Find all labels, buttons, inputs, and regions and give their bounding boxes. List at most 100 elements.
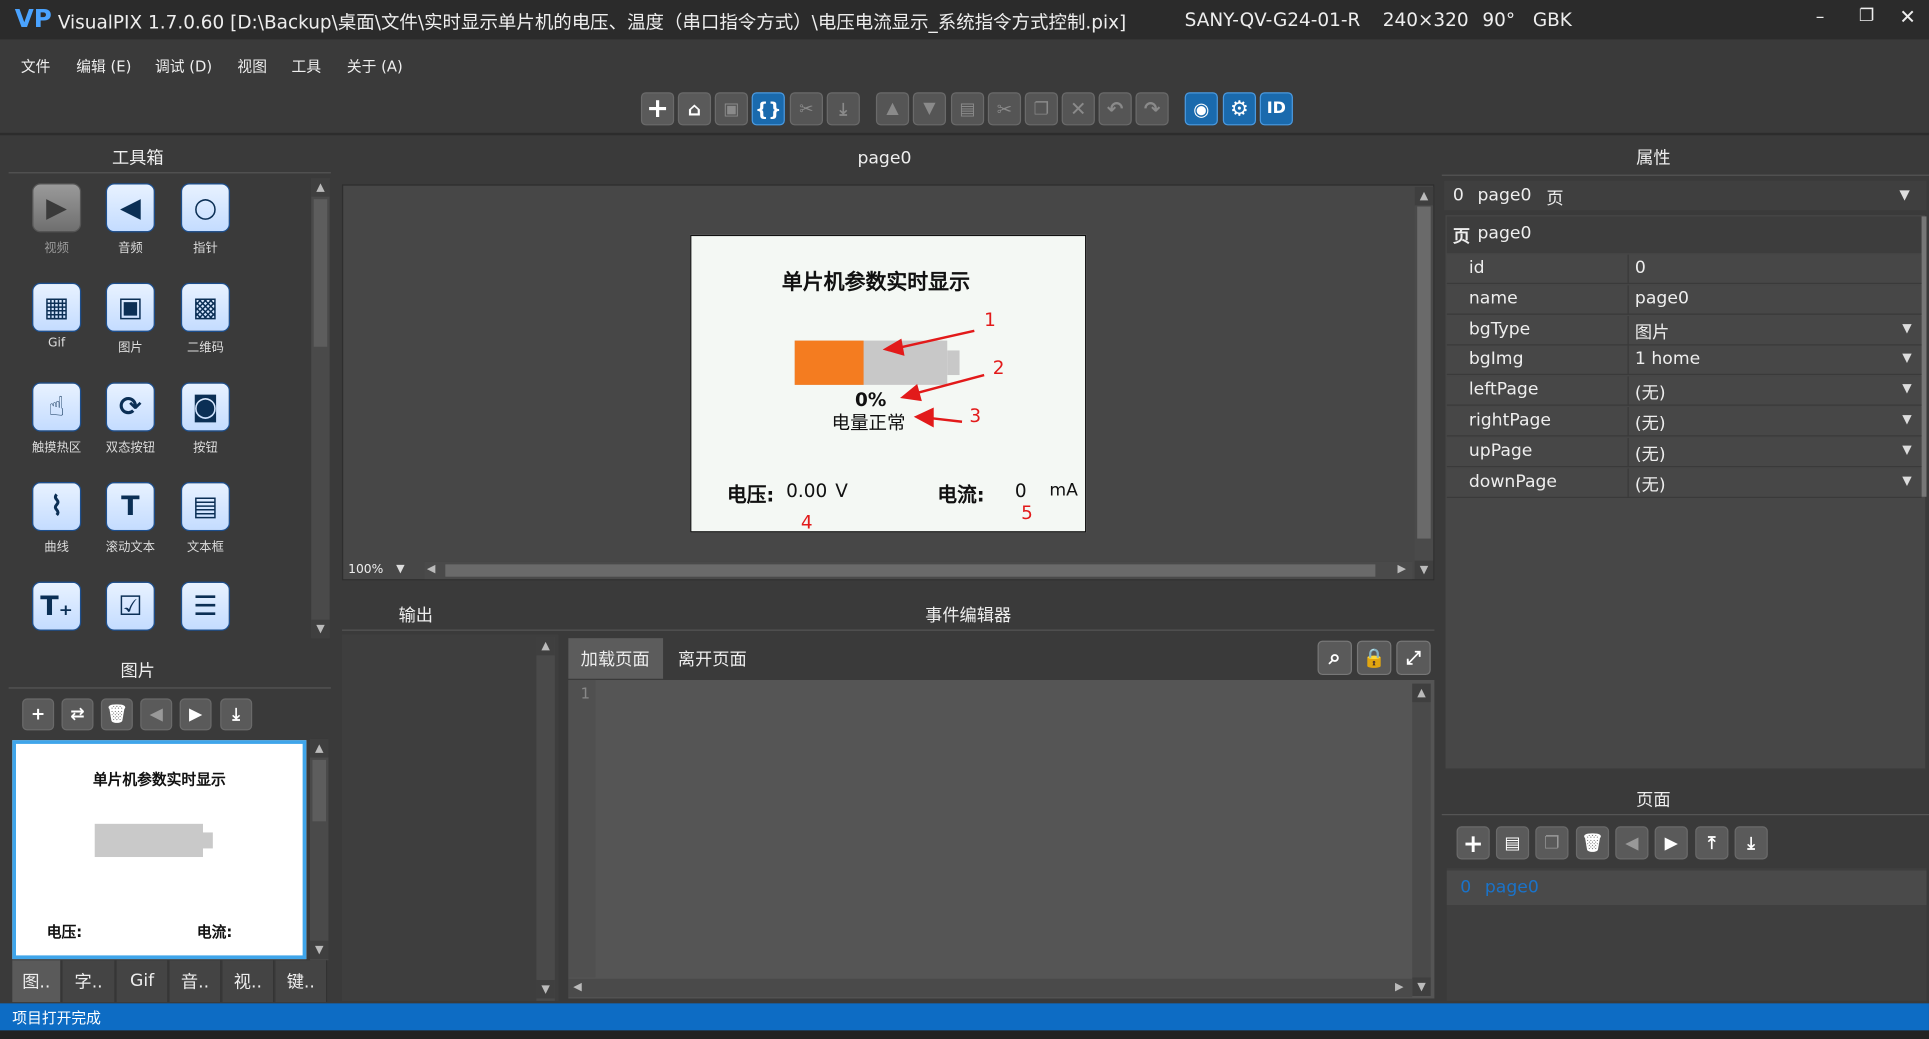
paste-page-icon[interactable]: ❐: [1535, 826, 1569, 860]
output-scroll-up-icon[interactable]: ▲: [536, 636, 555, 656]
add-image-icon[interactable]: +: [22, 698, 55, 731]
tool-textbox[interactable]: ▤ 文本框: [169, 482, 243, 555]
tool-video[interactable]: ▶ 视频: [20, 183, 94, 256]
canvas-scroll-left-icon[interactable]: ◀: [427, 563, 436, 575]
tool-qrcode[interactable]: ▩ 二维码: [169, 282, 243, 355]
code-editor[interactable]: [568, 679, 1435, 999]
add-icon[interactable]: +: [640, 92, 675, 126]
move-up-icon[interactable]: ▲: [875, 92, 910, 126]
property-row-uppage[interactable]: upPage (无) ▼: [1446, 437, 1922, 467]
property-row-rightpage[interactable]: rightPage (无) ▼: [1446, 406, 1922, 438]
export-page-icon[interactable]: ⤓: [1734, 826, 1768, 860]
undo-icon[interactable]: ↶: [1098, 92, 1132, 126]
tab-gif[interactable]: Gif: [116, 960, 169, 1003]
canvas-hscroll-thumb[interactable]: [445, 564, 1376, 577]
event-tab-load[interactable]: 加载页面: [568, 638, 664, 679]
next-image-icon[interactable]: ▶: [179, 698, 212, 731]
minimize-icon[interactable]: –: [1816, 7, 1825, 27]
copy-icon[interactable]: ▤: [950, 92, 985, 126]
dropdown-arrow-icon[interactable]: ▼: [1902, 444, 1911, 458]
page-list-item[interactable]: 0 page0: [1446, 870, 1927, 905]
tool-list[interactable]: ☰: [169, 581, 243, 636]
restore-icon[interactable]: ❐: [1859, 6, 1874, 26]
tool-touch[interactable]: ☝ 触摸热区: [20, 382, 94, 455]
tool-audio[interactable]: ◀ 音频: [93, 183, 167, 256]
object-selector[interactable]: 0 page0 页 ▼: [1444, 180, 1927, 211]
search-icon[interactable]: ⌕: [1317, 640, 1352, 676]
image-thumbnail[interactable]: 单片机参数实时显示 电压: 电流:: [12, 740, 307, 960]
move-page-up-icon[interactable]: ◀: [1615, 826, 1649, 860]
prev-image-icon[interactable]: ◀: [140, 698, 173, 731]
scroll-up-icon[interactable]: ▲: [311, 178, 330, 197]
property-row-name[interactable]: name page0: [1446, 285, 1922, 316]
editor-scroll-up-icon[interactable]: ▲: [1412, 683, 1431, 703]
tab-audio[interactable]: 音..: [169, 960, 222, 1003]
move-down-icon[interactable]: ▼: [912, 92, 947, 126]
property-value[interactable]: page0: [1635, 289, 1915, 316]
export-image-icon[interactable]: ⤓: [220, 698, 253, 731]
paste-icon[interactable]: ❐: [1024, 92, 1058, 126]
redo-icon[interactable]: ↷: [1135, 92, 1169, 126]
menu-view[interactable]: 视图: [237, 55, 267, 76]
canvas-scroll-down-icon[interactable]: ▼: [1414, 560, 1434, 580]
editor-vscroll[interactable]: [1412, 683, 1431, 979]
canvas-tab[interactable]: page0: [857, 149, 911, 169]
dropdown-arrow-icon[interactable]: ▼: [1902, 352, 1911, 366]
menu-about[interactable]: 关于 (A): [347, 55, 403, 76]
property-value[interactable]: (无): [1635, 472, 1915, 499]
copy-page-icon[interactable]: ▤: [1495, 826, 1530, 860]
trash-icon[interactable]: 🗑: [100, 698, 133, 731]
menu-file[interactable]: 文件: [21, 55, 51, 76]
images-scrollbar-thumb[interactable]: [312, 759, 327, 822]
canvas-scroll-up-icon[interactable]: ▲: [1414, 186, 1434, 206]
zoom-level[interactable]: 100%: [348, 563, 383, 577]
dropdown-arrow-icon[interactable]: ▼: [1902, 383, 1911, 397]
tool-picture[interactable]: ▣ 图片: [93, 282, 167, 355]
selector-dropdown-icon[interactable]: ▼: [1899, 187, 1909, 203]
tool-gif[interactable]: ▦ Gif: [20, 282, 94, 350]
editor-hscroll[interactable]: [568, 978, 1413, 998]
dropdown-arrow-icon[interactable]: ▼: [1902, 474, 1911, 488]
menu-tools[interactable]: 工具: [292, 55, 322, 76]
cut-icon[interactable]: ✂: [987, 92, 1022, 126]
property-row-bgtype[interactable]: bgType 图片 ▼: [1446, 315, 1922, 346]
dropdown-arrow-icon[interactable]: ▼: [1902, 413, 1911, 427]
property-value[interactable]: (无): [1635, 380, 1915, 407]
property-value[interactable]: 1 home: [1635, 350, 1915, 377]
editor-scroll-right-icon[interactable]: ▶: [1395, 981, 1404, 993]
tab-images[interactable]: 图..: [12, 960, 62, 1003]
images-scroll-down-icon[interactable]: ▼: [310, 940, 329, 960]
event-tab-leave[interactable]: 离开页面: [666, 638, 761, 679]
scroll-down-icon[interactable]: ▼: [311, 619, 330, 639]
replace-image-icon[interactable]: ⇄: [61, 698, 94, 731]
delete-page-icon[interactable]: 🗑: [1575, 826, 1610, 860]
move-page-down-icon[interactable]: ▶: [1654, 826, 1688, 860]
close-icon[interactable]: ✕: [1899, 5, 1915, 28]
id-icon[interactable]: ID: [1259, 92, 1293, 126]
dropdown-arrow-icon[interactable]: ▼: [1902, 322, 1911, 336]
import-page-icon[interactable]: ⤒: [1695, 826, 1729, 860]
images-scroll-up-icon[interactable]: ▲: [310, 738, 329, 758]
delete-icon[interactable]: ✕: [1061, 92, 1095, 126]
tool-scroll-text[interactable]: T 滚动文本: [93, 482, 167, 555]
tab-video[interactable]: 视..: [222, 960, 275, 1003]
preview-eye-icon[interactable]: ◉: [1184, 92, 1218, 126]
scrollbar-thumb[interactable]: [313, 199, 328, 347]
property-row-id[interactable]: id 0: [1446, 254, 1922, 285]
settings-gear-icon[interactable]: ⚙: [1222, 92, 1257, 126]
editor-scroll-down-icon[interactable]: ▼: [1412, 977, 1431, 996]
tab-keyboard[interactable]: 键..: [275, 960, 328, 1003]
tab-fonts[interactable]: 字..: [62, 960, 116, 1003]
property-row-bgimg[interactable]: bgImg 1 home ▼: [1446, 345, 1922, 377]
open-folder-icon[interactable]: ⌂: [677, 92, 712, 126]
add-page-icon[interactable]: +: [1456, 826, 1490, 860]
menu-edit[interactable]: 编辑 (E): [76, 55, 131, 76]
canvas-scroll-right-icon[interactable]: ▶: [1398, 563, 1407, 575]
lock-icon[interactable]: 🔒: [1356, 640, 1392, 676]
save-icon[interactable]: ▣: [714, 92, 748, 126]
download-icon[interactable]: ⤓: [826, 92, 860, 126]
property-value[interactable]: (无): [1635, 411, 1915, 438]
tool-curve[interactable]: ⌇ 曲线: [20, 482, 94, 555]
tool-button[interactable]: ◙ 按钮: [169, 382, 243, 455]
menu-debug[interactable]: 调试 (D): [155, 55, 212, 76]
